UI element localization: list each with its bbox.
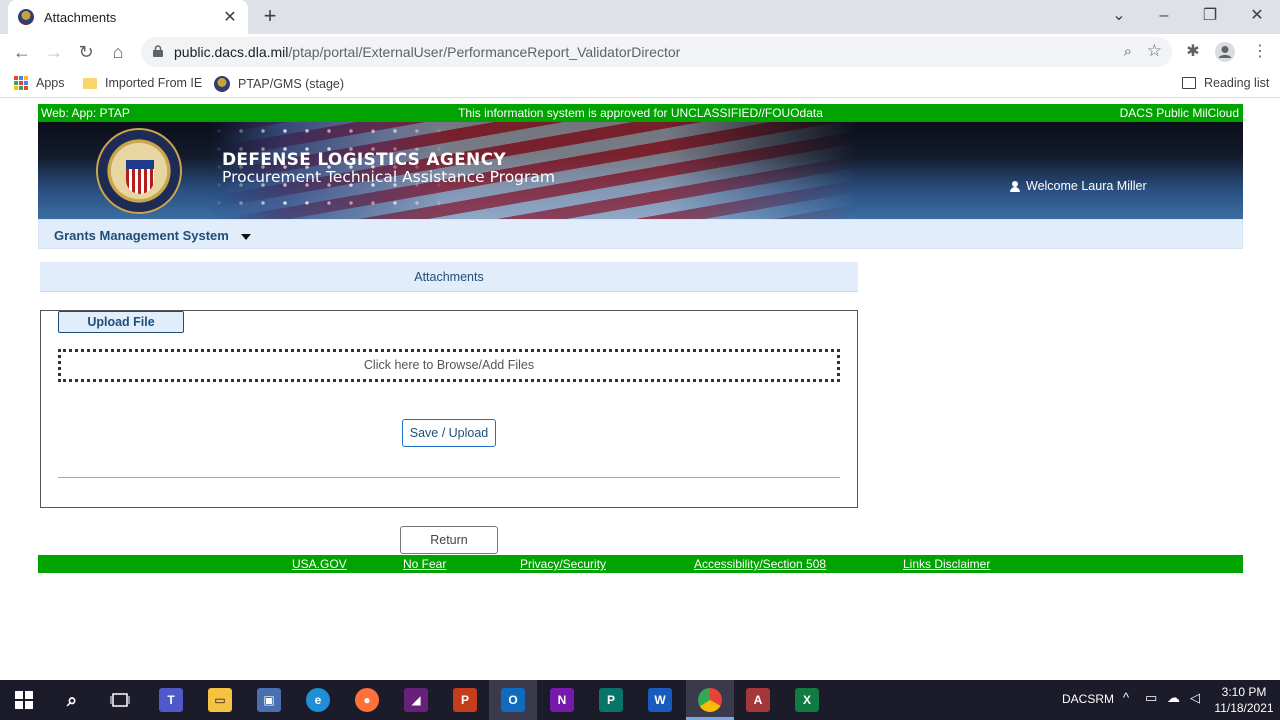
lock-icon [153, 45, 163, 57]
onenote-icon[interactable]: N [550, 688, 574, 712]
powerpoint-icon[interactable]: P [453, 688, 477, 712]
clock[interactable]: 3:10 PM 11/18/2021 [1214, 684, 1274, 716]
classification-bar: Web: App: PTAP This information system i… [38, 104, 1243, 122]
network-icon[interactable]: ▭ [1145, 690, 1157, 706]
classification-notice: This information system is approved for … [458, 106, 823, 120]
edge-icon[interactable]: e [306, 688, 330, 712]
clock-time: 3:10 PM [1221, 685, 1267, 699]
footer-link-usa-gov[interactable]: USA.GOV [292, 557, 347, 571]
welcome-text: Welcome Laura Miller [1026, 179, 1147, 193]
panel-divider [58, 477, 840, 478]
browser-toolbar: ← → ↻ ⌂ public.dacs.dla.mil/ptap/portal/… [0, 34, 1280, 70]
dla-favicon-icon [214, 76, 230, 92]
bookmark-ptap-gms[interactable]: PTAP/GMS (stage) [214, 76, 344, 92]
agency-banner: DEFENSE LOGISTICS AGENCY Procurement Tec… [38, 122, 1243, 219]
attachments-panel: Upload File Click here to Browse/Add Fil… [40, 310, 858, 508]
reading-list[interactable]: Reading list [1182, 76, 1269, 90]
bookmark-apps[interactable]: Apps [14, 76, 65, 90]
grants-management-label: Grants Management System [54, 228, 229, 243]
profile-avatar-icon[interactable] [1213, 40, 1237, 64]
browser-tab-strip: Attachments ✕ + ⌄ – ❐ ✕ [0, 0, 1280, 34]
windows-start-icon[interactable] [12, 688, 36, 712]
environment-label: DACS Public MilCloud [1119, 106, 1239, 120]
footer-link-privacy-security[interactable]: Privacy/Security [520, 557, 606, 571]
outlook-icon[interactable]: O [501, 688, 525, 712]
file-drop-zone[interactable]: Click here to Browse/Add Files [58, 349, 840, 382]
reading-list-label: Reading list [1204, 76, 1270, 90]
dla-seal-logo [96, 128, 182, 214]
bookmark-imported-from-ie[interactable]: Imported From IE [83, 76, 202, 90]
bookmark-imported-label: Imported From IE [105, 76, 203, 90]
return-button[interactable]: Return [400, 526, 498, 554]
grants-management-menu[interactable]: Grants Management System [54, 228, 251, 243]
zoom-icon[interactable]: ⌕ [1124, 43, 1132, 60]
new-tab-button[interactable]: + [258, 5, 282, 29]
search-icon[interactable]: ⌕ [60, 688, 84, 712]
browser-tab[interactable]: Attachments ✕ [8, 0, 248, 34]
reading-list-icon [1182, 77, 1196, 89]
chevron-up-icon[interactable]: ^ [1123, 690, 1129, 705]
forward-button[interactable]: → [42, 40, 66, 64]
footer-links-bar: USA.GOV No Fear Privacy/Security Accessi… [38, 555, 1243, 573]
url-text: public.dacs.dla.mil/ptap/portal/External… [174, 44, 681, 60]
windows-taskbar: ⌕ T ▭ ▣ e ● ◢ P O N P W A X DACSRM ^ ▭ ☁… [0, 680, 1280, 720]
clock-date: 11/18/2021 [1214, 701, 1274, 715]
folder-icon [83, 77, 97, 89]
reload-button[interactable]: ↻ [74, 40, 98, 64]
onedrive-icon[interactable]: ☁ [1167, 690, 1180, 706]
extensions-icon[interactable]: ✱ [1181, 40, 1205, 64]
footer-link-links-disclaimer[interactable]: Links Disclaimer [903, 557, 990, 571]
bookmark-apps-label: Apps [36, 76, 65, 90]
firefox-icon[interactable]: ● [355, 688, 379, 712]
task-view-icon[interactable] [108, 688, 132, 712]
excel-icon[interactable]: X [795, 688, 819, 712]
access-icon[interactable]: A [746, 688, 770, 712]
file-explorer-icon[interactable]: ▭ [208, 688, 232, 712]
tray-label: DACSRM [1062, 692, 1115, 706]
bookmark-ptap-label: PTAP/GMS (stage) [238, 77, 345, 91]
footer-link-no-fear[interactable]: No Fear [403, 557, 446, 571]
dla-favicon-icon [18, 9, 34, 25]
word-icon[interactable]: W [648, 688, 672, 712]
chrome-icon[interactable] [698, 688, 722, 712]
back-button[interactable]: ← [10, 40, 34, 64]
user-icon [1010, 180, 1020, 192]
minimize-button[interactable]: – [1152, 4, 1176, 28]
visual-studio-icon[interactable]: ◢ [404, 688, 428, 712]
program-name: Procurement Technical Assistance Program [222, 168, 555, 186]
address-bar[interactable]: public.dacs.dla.mil/ptap/portal/External… [141, 37, 1172, 67]
close-tab-icon[interactable]: ✕ [222, 7, 238, 27]
tab-title: Attachments [44, 9, 117, 25]
footer-link-accessibility[interactable]: Accessibility/Section 508 [694, 557, 826, 571]
bookmarks-bar: Apps Imported From IE PTAP/GMS (stage) R… [0, 70, 1280, 98]
project-icon[interactable]: P [599, 688, 623, 712]
apps-grid-icon [14, 76, 28, 90]
attachments-header: Attachments [40, 262, 858, 292]
upload-file-button[interactable]: Upload File [58, 311, 184, 333]
teams-icon[interactable]: T [159, 688, 183, 712]
remote-desktop-icon[interactable]: ▣ [257, 688, 281, 712]
browser-menu-icon[interactable]: ⋮ [1248, 40, 1272, 64]
welcome-user: Welcome Laura Miller [1010, 179, 1147, 193]
caret-down-icon [240, 233, 251, 240]
volume-icon[interactable]: ◁ [1190, 690, 1200, 706]
save-upload-button[interactable]: Save / Upload [402, 419, 496, 447]
close-window-button[interactable]: ✕ [1245, 4, 1269, 28]
bookmark-star-icon[interactable]: ☆ [1147, 41, 1162, 61]
home-button[interactable]: ⌂ [106, 40, 130, 64]
main-menu-bar: Grants Management System [38, 219, 1243, 249]
agency-name: DEFENSE LOGISTICS AGENCY [222, 150, 506, 170]
tab-search-chevron-icon[interactable]: ⌄ [1107, 4, 1131, 28]
restore-button[interactable]: ❐ [1198, 4, 1222, 28]
